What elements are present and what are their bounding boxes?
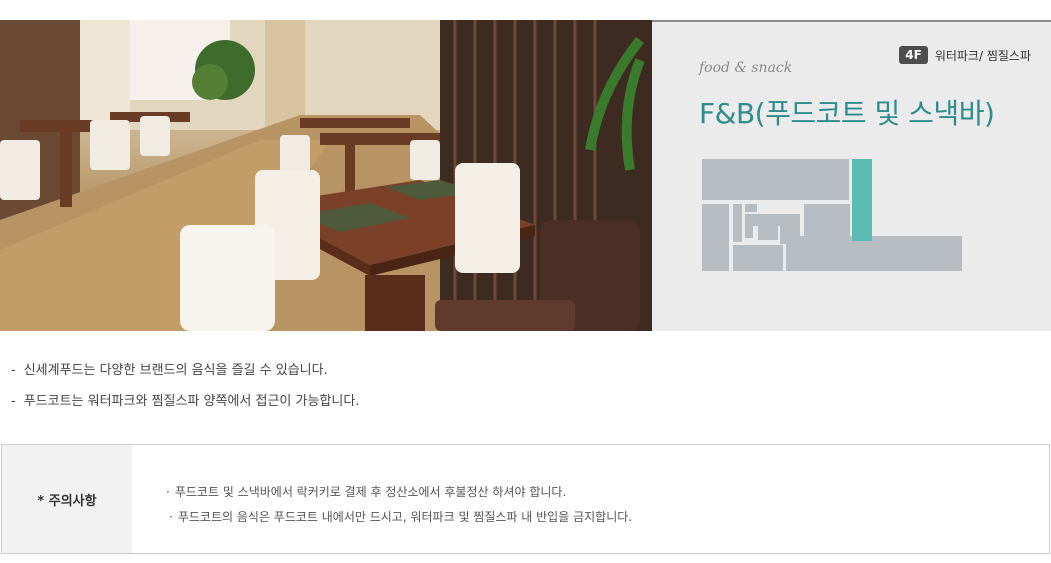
info-panel: 4F 워터파크/ 찜질스파 food & snack F&B(푸드코트 및 스낵… [652, 20, 1051, 331]
floor-badge: 4F [899, 46, 928, 64]
page-title: F&B(푸드코트 및 스낵바) [699, 97, 995, 130]
floor-area-label: 워터파크/ 찜질스파 [934, 48, 1031, 63]
notice-box: * 주의사항 푸드코트 및 스낵바에서 락커키로 결제 후 정산소에서 후불정산… [1, 444, 1050, 554]
notice-item: 푸드코트 및 스낵바에서 락커키로 결제 후 정산소에서 후불정산 하셔야 합니… [132, 480, 1049, 505]
food-court-photo [0, 20, 652, 331]
floor-map-zones [702, 159, 962, 271]
restaurant-illustration [0, 20, 652, 331]
notice-body: 푸드코트 및 스낵바에서 락커키로 결제 후 정산소에서 후불정산 하셔야 합니… [132, 445, 1049, 553]
floor-map-highlight [852, 159, 872, 241]
description-list: 신세계푸드는 다양한 브랜드의 음식을 즐길 수 있습니다. 푸드코트는 워터파… [11, 360, 360, 422]
floor-indicator: 4F 워터파크/ 찜질스파 [899, 46, 1031, 64]
notice-item: 푸드코트의 음식은 푸드코트 내에서만 드시고, 워터파크 및 찜질스파 내 반… [132, 505, 1049, 530]
sub-title: food & snack [699, 60, 793, 76]
floor-map [702, 159, 962, 271]
notice-title: * 주의사항 [2, 445, 132, 553]
description-item: 신세계푸드는 다양한 브랜드의 음식을 즐길 수 있습니다. [11, 360, 359, 391]
banner: 4F 워터파크/ 찜질스파 food & snack F&B(푸드코트 및 스낵… [0, 20, 1051, 331]
description-item: 푸드코트는 워터파크와 찜질스파 양쪽에서 접근이 가능합니다. [11, 391, 360, 422]
